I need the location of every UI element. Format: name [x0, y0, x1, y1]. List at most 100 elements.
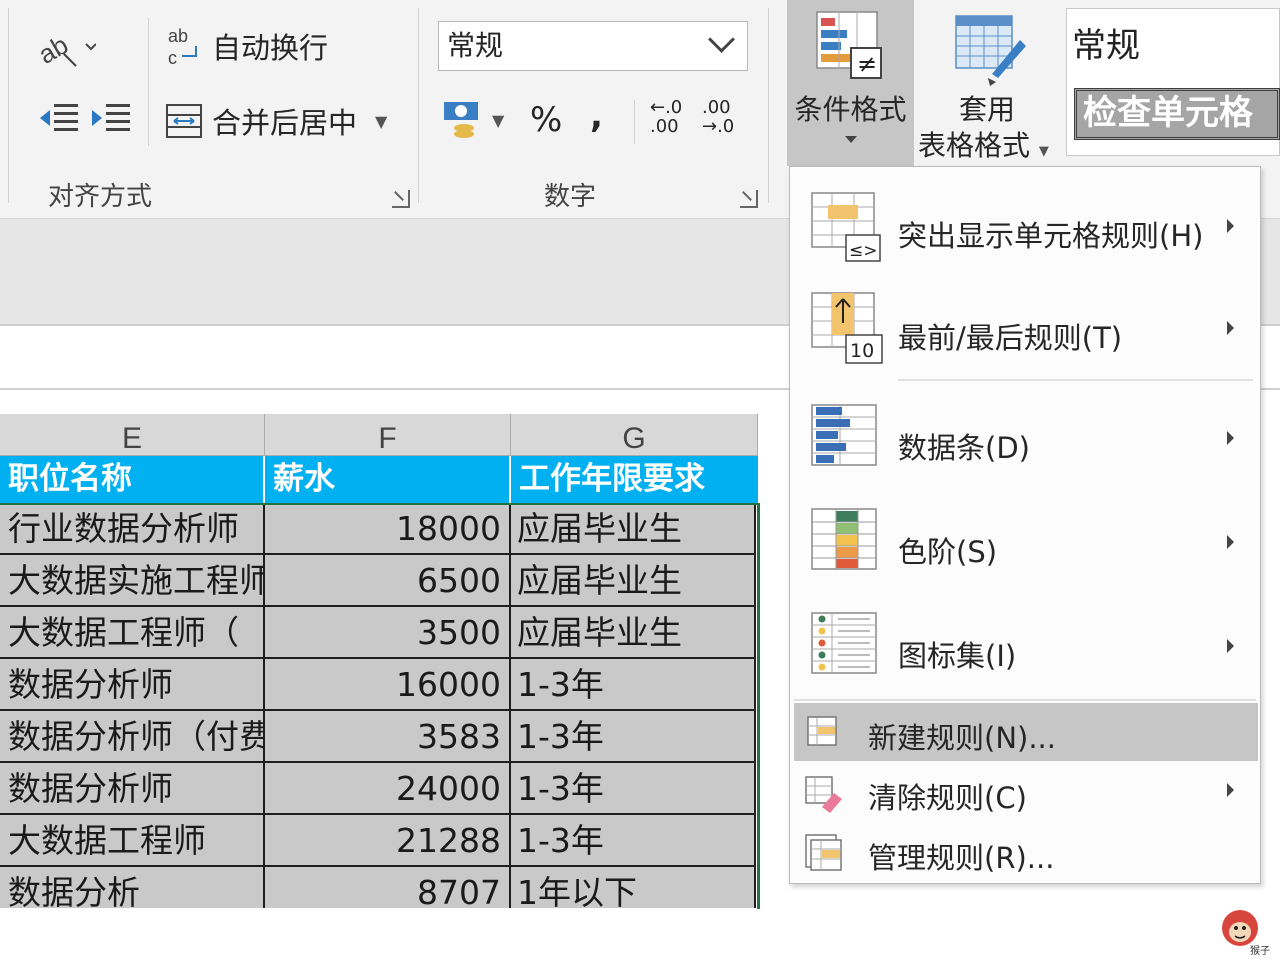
clear-rules-icon — [805, 776, 842, 813]
format-as-table-button[interactable]: 套用 表格格式 ▼ — [916, 0, 1058, 166]
table-row: 大数据工程师 21288 1-3年 — [0, 815, 758, 867]
cell-job-title[interactable]: 大数据工程师 — [0, 815, 265, 867]
merge-center-label: 合并后居中 — [212, 106, 358, 140]
increase-indent-button[interactable] — [88, 100, 132, 136]
menu-item-label: 管理规则(R)... — [868, 841, 1055, 875]
submenu-arrow-icon — [1227, 535, 1234, 549]
svg-text:10: 10 — [850, 340, 874, 362]
menu-item-manage-rules[interactable]: 管理规则(R)... — [790, 825, 1260, 883]
merge-dropdown-arrow-icon[interactable]: ▼ — [375, 112, 387, 131]
menu-item-label: 数据条(D) — [898, 431, 1030, 465]
style-check-cell[interactable]: 检查单元格 — [1074, 88, 1280, 140]
decrease-decimal-button[interactable]: .00 →.0 — [702, 98, 734, 136]
header-cell-experience[interactable]: 工作年限要求 — [511, 456, 758, 503]
orientation-button[interactable]: ab — [36, 24, 96, 68]
menu-item-data-bars[interactable]: 数据条(D) — [790, 387, 1260, 491]
cell-salary[interactable]: 21288 — [265, 815, 511, 867]
cell-salary[interactable]: 3583 — [265, 711, 511, 763]
cell-salary[interactable]: 16000 — [265, 659, 511, 711]
menu-item-highlight-rules[interactable]: ≤> 突出显示单元格规则(H) — [790, 171, 1260, 281]
number-format-value: 常规 — [447, 29, 504, 62]
menu-item-label: 突出显示单元格规则(H) — [898, 219, 1204, 253]
column-header-f[interactable]: F — [265, 414, 511, 456]
decrease-indent-icon — [40, 104, 78, 131]
comma-style-button[interactable]: , — [590, 96, 603, 136]
decrease-indent-button[interactable] — [36, 100, 80, 136]
submenu-arrow-icon — [1227, 783, 1234, 797]
table-row: 行业数据分析师 18000 应届毕业生 — [0, 503, 758, 555]
cell-experience[interactable]: 1-3年 — [511, 659, 756, 711]
merge-center-button[interactable]: 合并后居中 ▼ — [164, 100, 387, 142]
decrease-decimal-top: .00 — [702, 97, 731, 118]
data-bars-icon — [811, 404, 877, 466]
submenu-arrow-icon — [1227, 321, 1234, 335]
format-as-table-icon — [955, 15, 1026, 86]
conditional-formatting-button[interactable]: ≠ 条件格式 — [787, 0, 914, 166]
cell-job-title[interactable]: 数据分析师（付费 — [0, 711, 265, 763]
cell-salary[interactable]: 18000 — [265, 503, 511, 555]
header-cell-salary[interactable]: 薪水 — [265, 456, 511, 503]
alignment-dialog-launcher-icon[interactable] — [392, 190, 410, 208]
cell-job-title[interactable]: 数据分析 — [0, 867, 265, 908]
chevron-down-icon: ▼ — [1038, 144, 1049, 159]
menu-item-label: 图标集(I) — [898, 639, 1017, 673]
cell-experience[interactable]: 应届毕业生 — [511, 555, 756, 607]
svg-text:ab: ab — [168, 26, 188, 46]
worksheet-grid[interactable]: E F G 职位名称 薪水 工作年限要求 行业数据分析师 18000 应届毕业生… — [0, 414, 758, 908]
cell-experience[interactable]: 1-3年 — [511, 711, 756, 763]
submenu-arrow-icon — [1227, 639, 1234, 653]
cell-experience[interactable]: 应届毕业生 — [511, 607, 756, 659]
menu-item-icon-sets[interactable]: 图标集(I) — [790, 595, 1260, 699]
menu-item-color-scales[interactable]: 色阶(S) — [790, 491, 1260, 595]
cell-experience[interactable]: 应届毕业生 — [511, 503, 756, 555]
group-separator — [8, 8, 9, 203]
menu-item-top-bottom-rules[interactable]: 10 最前/最后规则(T) — [790, 281, 1260, 381]
percent-style-button[interactable]: % — [530, 100, 562, 140]
cell-job-title[interactable]: 行业数据分析师 — [0, 503, 265, 555]
orientation-icon: ab — [36, 29, 96, 68]
accounting-format-button[interactable]: ▼ — [442, 98, 504, 142]
merge-center-icon — [166, 104, 202, 138]
number-dialog-launcher-icon[interactable] — [740, 190, 758, 208]
chevron-down-icon — [708, 26, 735, 53]
column-header-g[interactable]: G — [511, 414, 758, 456]
increase-decimal-button[interactable]: ←.0 .00 — [650, 98, 682, 136]
cell-experience[interactable]: 1-3年 — [511, 763, 756, 815]
manage-rules-icon — [805, 834, 842, 871]
conditional-formatting-icon: ≠ — [816, 11, 882, 79]
menu-item-label: 清除规则(C) — [868, 781, 1027, 815]
cell-salary[interactable]: 8707 — [265, 867, 511, 908]
cell-experience[interactable]: 1-3年 — [511, 815, 756, 867]
new-rule-icon — [807, 716, 837, 746]
number-group-label: 数字 — [544, 182, 597, 212]
number-format-select[interactable]: 常规 — [438, 21, 748, 71]
table-row: 大数据工程师（ 3500 应届毕业生 — [0, 607, 758, 659]
menu-item-clear-rules[interactable]: 清除规则(C) — [790, 765, 1260, 823]
menu-divider — [898, 379, 1253, 381]
menu-divider — [794, 699, 1256, 701]
conditional-formatting-menu: ≤> 突出显示单元格规则(H) 10 最前/最后规则(T) 数据条(D) 色阶(… — [789, 166, 1261, 884]
cell-job-title[interactable]: 数据分析师 — [0, 659, 265, 711]
increase-decimal-bottom: .00 — [650, 116, 679, 137]
svg-text:c: c — [168, 48, 177, 68]
watermark-text: 猴子 — [1250, 946, 1270, 957]
wrap-text-button[interactable]: ab c 自动换行 — [166, 24, 328, 68]
cell-job-title[interactable]: 数据分析师 — [0, 763, 265, 815]
increase-indent-icon — [92, 104, 130, 131]
style-normal[interactable]: 常规 — [1072, 18, 1140, 67]
svg-text:≤>: ≤> — [849, 241, 878, 261]
cell-salary[interactable]: 24000 — [265, 763, 511, 815]
color-scales-icon — [811, 508, 877, 570]
cell-salary[interactable]: 3500 — [265, 607, 511, 659]
header-cell-job-title[interactable]: 职位名称 — [0, 456, 265, 503]
group-separator — [634, 100, 635, 144]
cell-job-title[interactable]: 大数据实施工程师 — [0, 555, 265, 607]
svg-text:≠: ≠ — [857, 50, 877, 78]
cell-job-title[interactable]: 大数据工程师（ — [0, 607, 265, 659]
cell-salary[interactable]: 6500 — [265, 555, 511, 607]
cell-experience[interactable]: 1年以下 — [511, 867, 756, 908]
column-header-e[interactable]: E — [0, 414, 265, 456]
accounting-dropdown-arrow-icon[interactable]: ▼ — [492, 111, 504, 130]
menu-item-new-rule[interactable]: 新建规则(N)... — [794, 703, 1258, 761]
table-row: 数据分析师 24000 1-3年 — [0, 763, 758, 815]
